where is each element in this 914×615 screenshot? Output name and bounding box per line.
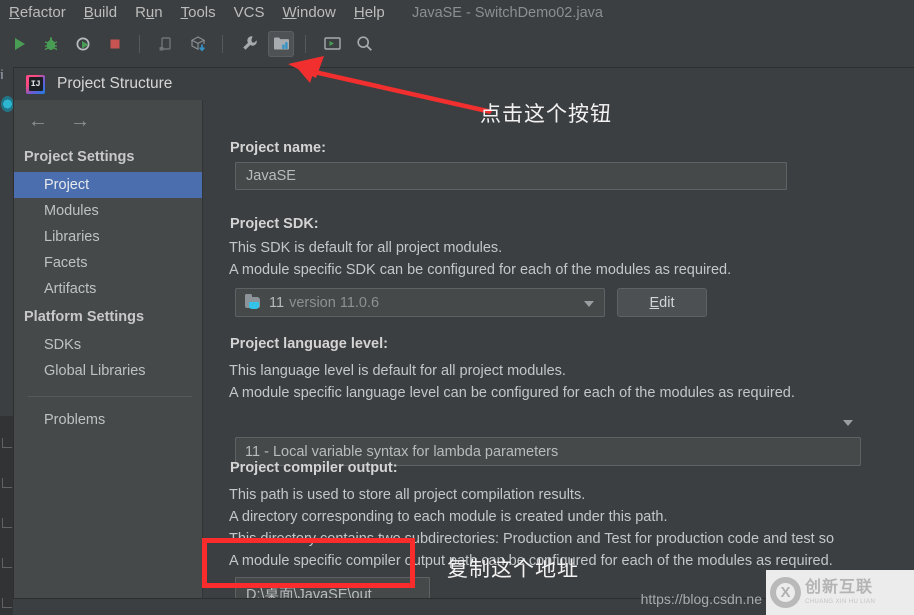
- watermark-mark-icon: X: [770, 577, 801, 608]
- menu-item-build[interactable]: Build: [75, 0, 126, 26]
- dialog-body: ← → Project Settings Project Modules Lib…: [14, 100, 914, 598]
- watermark-brand-cn: 创新互联: [805, 579, 874, 596]
- sidebar-item-project[interactable]: Project: [14, 172, 202, 198]
- settings-wrench-icon[interactable]: [236, 31, 262, 57]
- run-with-coverage-icon[interactable]: [70, 31, 96, 57]
- editor-gutter: [0, 416, 13, 615]
- project-sdk-name: 11: [269, 294, 285, 311]
- menu-item-vcs[interactable]: VCS: [225, 0, 274, 26]
- annotation-click-button: 点击这个按钮: [480, 102, 612, 126]
- sidebar-navigation: ← →: [14, 100, 216, 142]
- forward-arrow-icon[interactable]: →: [70, 111, 90, 131]
- project-sdk-combobox[interactable]: 11 version 11.0.6: [235, 288, 605, 317]
- compiler-output-desc-1: This path is used to store all project c…: [229, 487, 586, 503]
- dialog-title: Project Structure: [57, 75, 173, 92]
- project-sdk-version: version 11.0.6: [289, 294, 380, 311]
- toolbar-separator: [305, 34, 306, 53]
- back-arrow-icon[interactable]: ←: [28, 111, 48, 131]
- project-sdk-label: Project SDK:: [230, 216, 319, 232]
- sidebar-item-problems[interactable]: Problems: [14, 407, 202, 433]
- watermark-mark-letter: X: [780, 584, 791, 601]
- intellij-idea-icon-text: IJ: [30, 79, 41, 89]
- screenshot-root: Refactor Build Run Tools VCS Window Help…: [0, 0, 914, 615]
- tool-window-tab-label[interactable]: vi: [0, 67, 3, 82]
- sidebar-item-list: Project Settings Project Modules Librari…: [14, 142, 202, 433]
- compiler-output-label: Project compiler output:: [230, 460, 398, 476]
- dialog-content-pane: Project name: JavaSE Project SDK: This S…: [203, 100, 914, 598]
- dialog-sidebar: ← → Project Settings Project Modules Lib…: [14, 100, 203, 598]
- compiler-output-desc-3: This directory contains two subdirectori…: [229, 531, 835, 547]
- language-level-label: Project language level:: [230, 336, 388, 352]
- menu-item-tools[interactable]: Tools: [172, 0, 225, 26]
- compiler-output-input[interactable]: D:\桌面\JavaSE\out: [235, 577, 430, 598]
- toolbar-separator: [139, 34, 140, 53]
- intellij-idea-icon: IJ: [26, 74, 45, 94]
- annotation-copy-address: 复制这个地址: [447, 557, 579, 581]
- stop-icon[interactable]: [102, 31, 128, 57]
- project-name-input[interactable]: JavaSE: [235, 162, 787, 190]
- language-level-chevron-down-icon[interactable]: [835, 408, 861, 437]
- watermark-brand: 创新互联 CHUANG XIN HU LIAN: [805, 579, 876, 606]
- run-icon[interactable]: [6, 31, 32, 57]
- sidebar-item-modules[interactable]: Modules: [14, 198, 202, 224]
- gutter-mark: [2, 438, 12, 448]
- search-icon[interactable]: [351, 31, 377, 57]
- chevron-down-icon[interactable]: [584, 300, 594, 307]
- ide-toolbar: [0, 26, 914, 62]
- sidebar-item-libraries[interactable]: Libraries: [14, 224, 202, 250]
- debug-icon[interactable]: [38, 31, 64, 57]
- gutter-mark: [2, 518, 12, 528]
- project-structure-dialog: IJ Project Structure ← → Project Setting…: [14, 68, 914, 598]
- menu-item-window[interactable]: Window: [273, 0, 344, 26]
- structure-tool-icon[interactable]: [1, 96, 14, 112]
- ide-left-tool-window-bar: vi: [0, 61, 14, 615]
- gutter-mark: [2, 598, 12, 608]
- terminal-icon[interactable]: [319, 31, 345, 57]
- dialog-title-bar: IJ Project Structure: [14, 68, 914, 100]
- toolbar-separator: [222, 34, 223, 53]
- menu-item-list: Refactor Build Run Tools VCS Window Help: [0, 0, 394, 26]
- gutter-mark: [2, 558, 12, 568]
- menu-item-refactor[interactable]: Refactor: [0, 0, 75, 26]
- watermark-brand-en: CHUANG XIN HU LIAN: [805, 599, 876, 605]
- sdk-folder-icon: [245, 293, 262, 310]
- watermark-logo: X 创新互联 CHUANG XIN HU LIAN: [766, 570, 914, 615]
- ide-menu-bar: Refactor Build Run Tools VCS Window Help…: [0, 0, 914, 26]
- language-level-desc-2: A module specific language level can be …: [229, 385, 795, 401]
- project-sdk-desc-2: A module specific SDK can be configured …: [229, 262, 732, 278]
- sidebar-item-sdks[interactable]: SDKs: [14, 332, 202, 358]
- compiler-output-desc-2: A directory corresponding to each module…: [229, 509, 668, 525]
- ide-window-title: JavaSE - SwitchDemo02.java: [412, 5, 603, 21]
- project-sdk-desc-1: This SDK is default for all project modu…: [229, 240, 503, 256]
- gutter-mark: [2, 478, 12, 488]
- language-level-desc-1: This language level is default for all p…: [229, 363, 566, 379]
- sidebar-group-platform-settings: Platform Settings: [24, 309, 145, 325]
- sidebar-item-facets[interactable]: Facets: [14, 250, 202, 276]
- menu-item-help[interactable]: Help: [345, 0, 394, 26]
- menu-item-run[interactable]: Run: [126, 0, 172, 26]
- sidebar-divider: [28, 396, 192, 397]
- sidebar-item-artifacts[interactable]: Artifacts: [14, 276, 202, 302]
- project-structure-icon[interactable]: [268, 30, 294, 57]
- project-name-label: Project name:: [230, 140, 326, 156]
- sidebar-item-global-libraries[interactable]: Global Libraries: [14, 358, 202, 384]
- sync-project-icon[interactable]: [185, 31, 211, 57]
- sidebar-group-project-settings: Project Settings: [24, 149, 135, 165]
- edit-sdk-button[interactable]: Edit: [617, 288, 707, 317]
- device-manager-icon[interactable]: [153, 31, 179, 57]
- watermark-url: https://blog.csdn.ne: [640, 591, 762, 607]
